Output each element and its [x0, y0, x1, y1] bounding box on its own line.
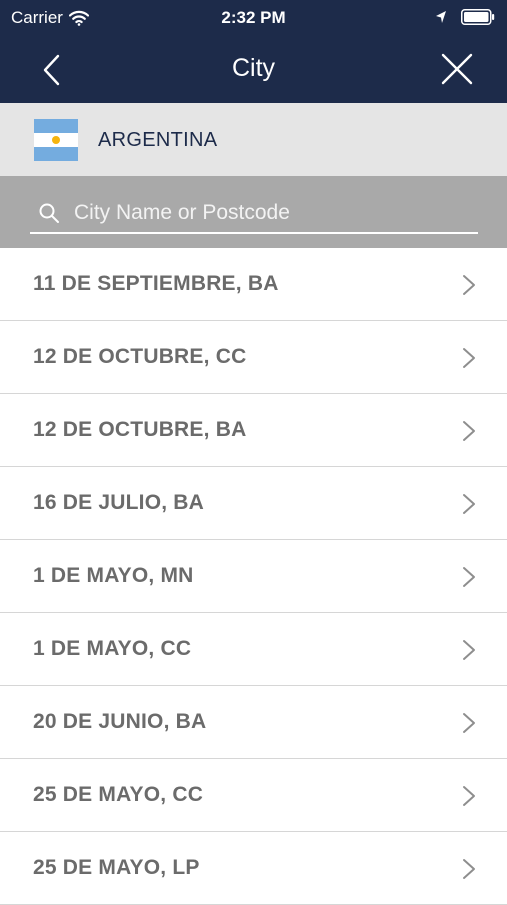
list-item[interactable]: 25 DE MAYO, LP: [0, 832, 507, 905]
chevron-right-icon: [463, 859, 475, 879]
chevron-right-icon: [463, 786, 475, 806]
city-label: 25 DE MAYO, CC: [33, 783, 204, 806]
close-button[interactable]: [440, 52, 474, 86]
chevron-right-icon: [463, 713, 475, 733]
close-icon: [441, 53, 473, 85]
chevron-right-icon: [463, 348, 475, 368]
city-label: 1 DE MAYO, CC: [33, 637, 192, 660]
search-bar: [0, 176, 507, 248]
page-title: City: [231, 54, 276, 82]
city-label: 20 DE JUNIO, BA: [33, 710, 207, 733]
search-input[interactable]: [74, 201, 454, 225]
city-list: 11 DE SEPTIEMBRE, BA 12 DE OCTUBRE, CC 1…: [0, 248, 507, 905]
city-label: 11 DE SEPTIEMBRE, BA: [33, 272, 279, 295]
selected-country[interactable]: ARGENTINA: [0, 103, 507, 176]
search-field[interactable]: [30, 194, 478, 234]
list-item[interactable]: 20 DE JUNIO, BA: [0, 686, 507, 759]
city-label: 25 DE MAYO, LP: [33, 856, 200, 879]
list-item[interactable]: 1 DE MAYO, MN: [0, 540, 507, 613]
chevron-right-icon: [463, 421, 475, 441]
country-name: ARGENTINA: [98, 129, 218, 151]
status-bar: Carrier 2:32 PM: [0, 0, 507, 36]
chevron-right-icon: [463, 494, 475, 514]
location-arrow-icon: [436, 11, 446, 23]
list-item[interactable]: 12 DE OCTUBRE, BA: [0, 394, 507, 467]
list-item[interactable]: 1 DE MAYO, CC: [0, 613, 507, 686]
city-label: 12 DE OCTUBRE, BA: [33, 418, 247, 441]
argentina-flag-icon: [34, 119, 78, 161]
chevron-right-icon: [463, 640, 475, 660]
list-item[interactable]: 12 DE OCTUBRE, CC: [0, 321, 507, 394]
search-icon: [39, 203, 59, 223]
list-item[interactable]: 16 DE JULIO, BA: [0, 467, 507, 540]
status-indicators: [421, 9, 495, 25]
battery-icon: [461, 9, 495, 25]
chevron-right-icon: [463, 567, 475, 587]
city-label: 1 DE MAYO, MN: [33, 564, 194, 587]
navigation-bar: City: [0, 36, 507, 103]
list-item[interactable]: 25 DE MAYO, CC: [0, 759, 507, 832]
chevron-right-icon: [463, 275, 475, 295]
city-label: 16 DE JULIO, BA: [33, 491, 205, 514]
list-item[interactable]: 11 DE SEPTIEMBRE, BA: [0, 248, 507, 321]
city-label: 12 DE OCTUBRE, CC: [33, 345, 247, 368]
